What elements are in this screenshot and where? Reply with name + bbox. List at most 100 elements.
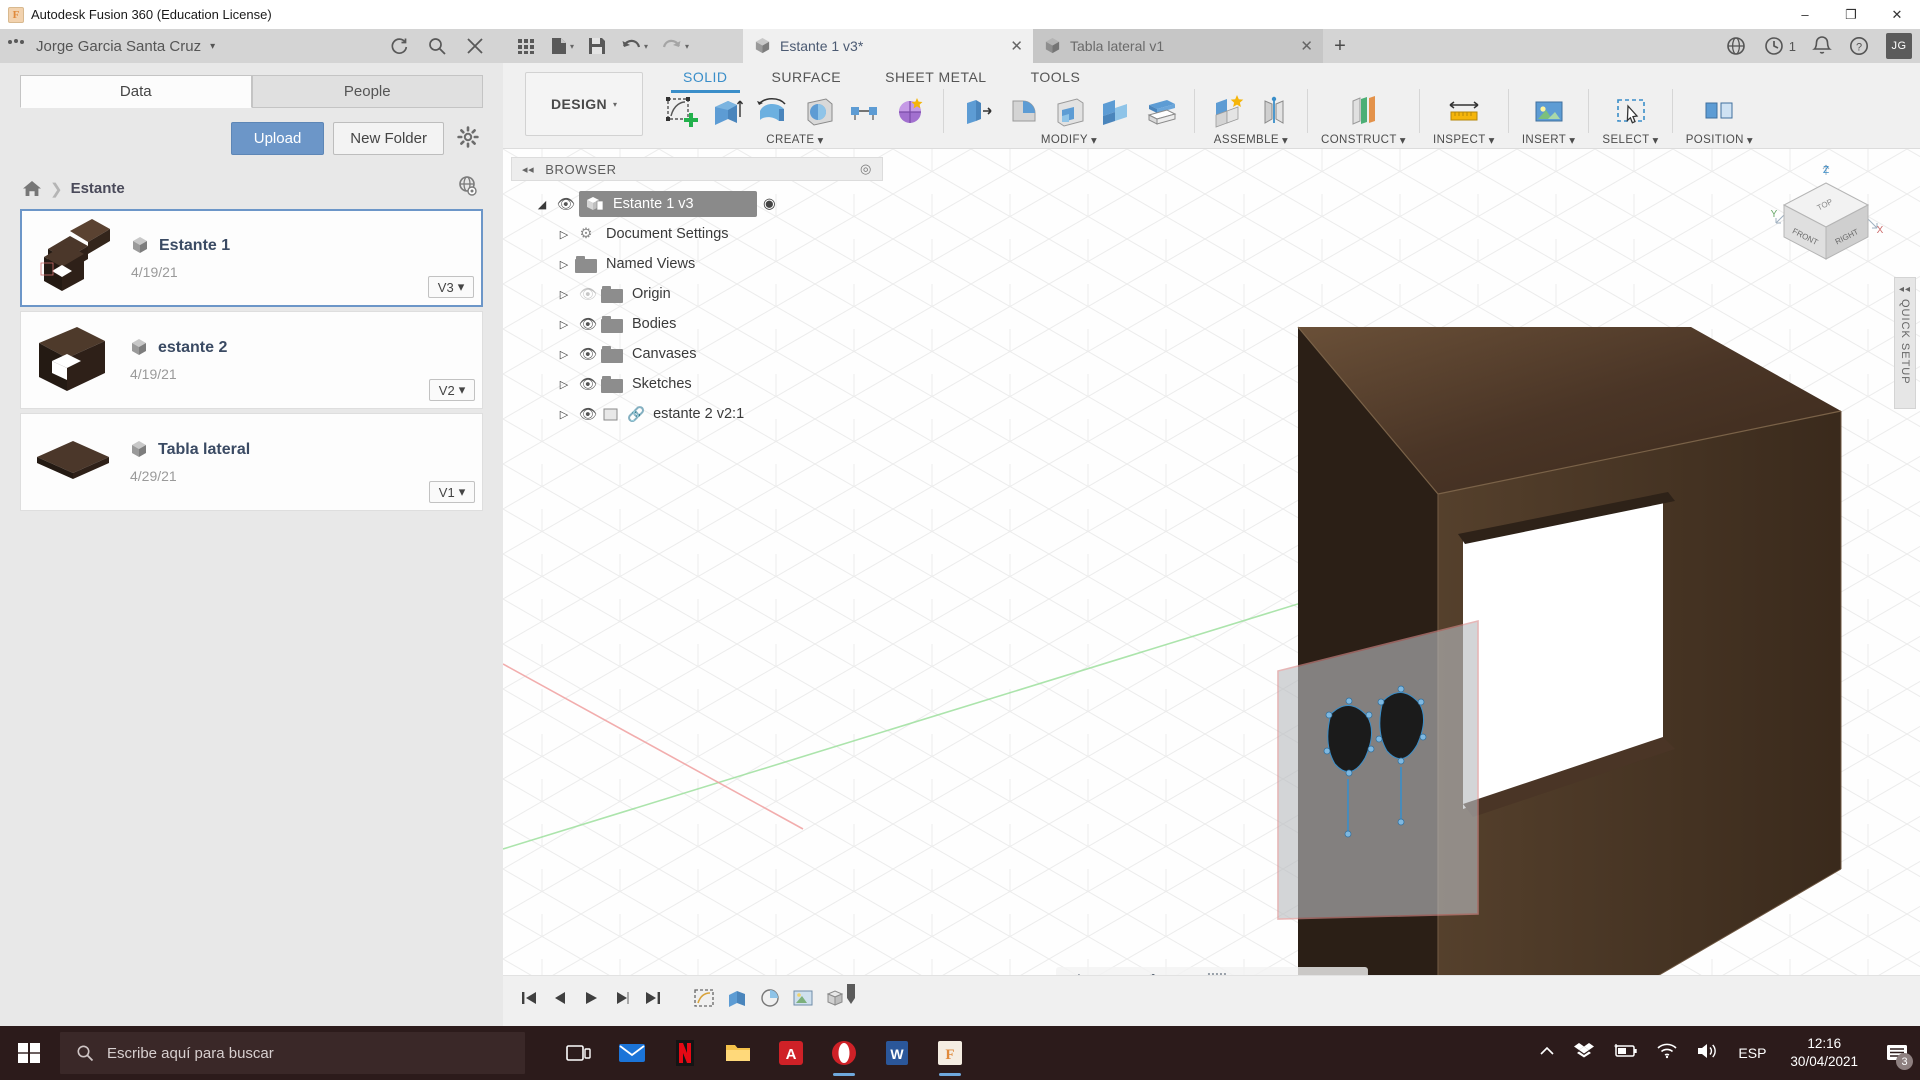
home-icon[interactable]	[22, 179, 42, 198]
version-badge[interactable]: V3 ▾	[428, 276, 474, 298]
fusion360-icon[interactable]: F	[926, 1029, 974, 1077]
close-button[interactable]: ✕	[1874, 0, 1920, 29]
new-folder-button[interactable]: New Folder	[333, 122, 444, 155]
netflix-icon[interactable]	[661, 1029, 709, 1077]
wifi-icon[interactable]	[1656, 1042, 1678, 1064]
extrude-feature-icon[interactable]	[722, 985, 752, 1011]
fillet-feature-icon[interactable]	[755, 985, 785, 1011]
chevron-up-icon[interactable]	[1538, 1044, 1556, 1063]
ribbon-group-label[interactable]: CONSTRUCT ▾	[1321, 133, 1406, 147]
tab-sheet-metal[interactable]: SHEET METAL	[863, 65, 1008, 89]
maximize-button[interactable]: ❐	[1828, 0, 1874, 29]
tree-node-sketches[interactable]: ▷ 👁 Sketches	[511, 369, 883, 399]
redo-button[interactable]: ▾	[661, 37, 689, 55]
expand-icon[interactable]: ▷	[553, 378, 575, 391]
language-indicator[interactable]: ESP	[1738, 1045, 1766, 1061]
go-to-end-icon[interactable]	[639, 985, 667, 1011]
version-badge[interactable]: V1 ▾	[429, 481, 475, 503]
eye-icon[interactable]: 👁	[553, 196, 579, 213]
eye-icon[interactable]: 👁	[575, 376, 601, 393]
new-document-button[interactable]: ▾	[550, 36, 574, 56]
breadcrumb-current[interactable]: Estante	[71, 180, 125, 197]
tree-root-label-box[interactable]: Estante 1 v3	[579, 191, 757, 217]
refresh-icon[interactable]	[389, 36, 409, 56]
tree-node-document-settings[interactable]: ▷ ⚙ Document Settings	[511, 219, 883, 249]
browser-header[interactable]: ◂◂ BROWSER ◎	[511, 157, 883, 181]
collapse-left-icon[interactable]: ◂◂	[522, 163, 534, 176]
shell-icon[interactable]	[1049, 91, 1089, 131]
chevron-down-icon[interactable]: ▾	[210, 41, 215, 52]
undo-button[interactable]: ▾	[620, 37, 648, 55]
opera-icon[interactable]	[820, 1029, 868, 1077]
tab-people[interactable]: People	[251, 75, 483, 108]
box-pattern-icon[interactable]	[890, 91, 930, 131]
file-explorer-icon[interactable]	[714, 1029, 762, 1077]
view-cube[interactable]: Z X Y TOP FRONT RIGHT	[1764, 163, 1884, 263]
step-back-icon[interactable]	[546, 985, 574, 1011]
tree-node-origin[interactable]: ▷ 👁 Origin	[511, 279, 883, 309]
save-button[interactable]	[587, 36, 607, 56]
hole-icon[interactable]	[844, 91, 884, 131]
revolve-icon[interactable]	[752, 91, 792, 131]
play-icon[interactable]	[577, 985, 605, 1011]
expand-icon[interactable]: ▷	[553, 318, 575, 331]
ribbon-group-label[interactable]: INSERT ▾	[1522, 133, 1576, 147]
ribbon-group-label[interactable]: MODIFY ▾	[1041, 133, 1097, 147]
expand-icon[interactable]: ▷	[553, 408, 575, 421]
dropbox-icon[interactable]	[1574, 1041, 1595, 1066]
select-window-icon[interactable]	[1611, 91, 1651, 131]
close-panel-icon[interactable]	[465, 36, 485, 56]
quick-setup-rail[interactable]: ◂◂ QUICK SETUP	[1894, 277, 1916, 409]
help-icon[interactable]: ?	[1848, 35, 1870, 57]
measure-icon[interactable]	[1444, 91, 1484, 131]
avatar[interactable]: JG	[1886, 33, 1912, 59]
combine-icon[interactable]	[1095, 91, 1135, 131]
gear-icon[interactable]	[453, 122, 483, 152]
version-badge[interactable]: V2 ▾	[429, 379, 475, 401]
press-pull-icon[interactable]	[957, 91, 997, 131]
sketch-feature-icon[interactable]	[689, 985, 719, 1011]
tree-node-linked-component[interactable]: ▷ 👁 🔗 estante 2 v2:1	[511, 399, 883, 429]
tree-node-canvases[interactable]: ▷ 👁 Canvases	[511, 339, 883, 369]
app-grid-icon[interactable]	[515, 35, 537, 57]
job-status-icon[interactable]: 1	[1763, 35, 1796, 57]
close-icon[interactable]: ✕	[1300, 37, 1313, 55]
tree-node-named-views[interactable]: ▷ Named Views	[511, 249, 883, 279]
fillet-icon[interactable]	[1003, 91, 1043, 131]
panel-menu-icon[interactable]: ◎	[860, 161, 872, 177]
ribbon-group-label[interactable]: POSITION ▾	[1686, 133, 1753, 147]
document-tab-active[interactable]: Estante 1 v3* ✕	[743, 29, 1033, 63]
canvas-feature-icon[interactable]	[788, 985, 818, 1011]
list-item[interactable]: Estante 1 4/19/21 V3 ▾	[20, 209, 483, 307]
component-feature-icon[interactable]	[821, 983, 855, 1011]
action-center-icon[interactable]: 3	[1882, 1034, 1913, 1072]
minimize-button[interactable]: –	[1782, 0, 1828, 29]
mail-icon[interactable]	[608, 1029, 656, 1077]
viewport[interactable]: ◂◂ BROWSER ◎ ◢ 👁 Estante 1 v3 ◉ ▷ ⚙ Docu…	[503, 149, 1920, 1019]
expand-icon[interactable]: ▷	[553, 288, 575, 301]
go-to-start-icon[interactable]	[515, 985, 543, 1011]
tab-solid[interactable]: SOLID	[661, 65, 750, 93]
globe-icon[interactable]	[457, 175, 479, 202]
insert-canvas-icon[interactable]	[1529, 91, 1569, 131]
joint-icon[interactable]	[1254, 91, 1294, 131]
expand-icon[interactable]: ▷	[553, 258, 575, 271]
workspace-switcher[interactable]: DESIGN ▾	[525, 72, 643, 136]
battery-charging-icon[interactable]	[1612, 1043, 1638, 1064]
bell-icon[interactable]	[1812, 35, 1832, 57]
task-view-icon[interactable]	[555, 1029, 603, 1077]
ribbon-group-label[interactable]: ASSEMBLE ▾	[1214, 133, 1288, 147]
eye-icon[interactable]: 👁	[575, 286, 601, 303]
tree-root-row[interactable]: ◢ 👁 Estante 1 v3 ◉	[511, 189, 883, 219]
search-icon[interactable]	[427, 36, 447, 56]
autodesk-icon[interactable]: A	[767, 1029, 815, 1077]
new-tab-button[interactable]: +	[1323, 29, 1357, 63]
ribbon-group-label[interactable]: CREATE ▾	[766, 133, 823, 147]
collapse-icon[interactable]: ◂◂	[1899, 284, 1911, 295]
volume-icon[interactable]	[1696, 1042, 1720, 1065]
ribbon-group-label[interactable]: SELECT ▾	[1602, 133, 1658, 147]
sweep-icon[interactable]	[798, 91, 838, 131]
account-name[interactable]: Jorge Garcia Santa Cruz	[36, 38, 201, 55]
ribbon-group-label[interactable]: INSPECT ▾	[1433, 133, 1495, 147]
globe-icon[interactable]	[1725, 35, 1747, 57]
